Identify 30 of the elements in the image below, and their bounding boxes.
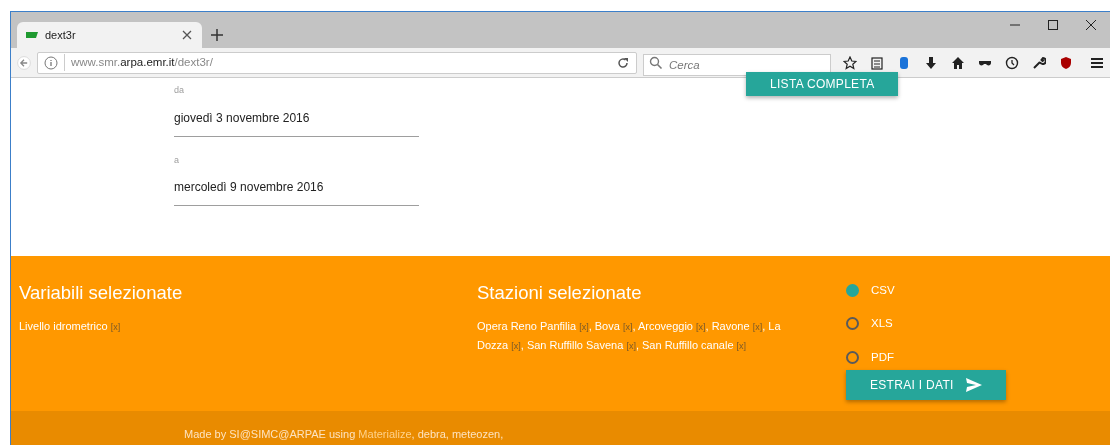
search-field[interactable]: Cerca	[643, 53, 831, 76]
full-list-button[interactable]: LISTA COMPLETA	[746, 72, 899, 96]
date-field[interactable]: giovedì 3 novembre 2016	[174, 97, 419, 137]
date-field[interactable]: mercoledì 9 novembre 2016	[174, 167, 419, 206]
format-label: CSV	[871, 283, 895, 298]
footer-text: Made by SI@SIMC@ARPAE using	[184, 428, 357, 440]
extract-button[interactable]: ESTRAI I DATI	[846, 369, 1006, 400]
format-label: XLS	[871, 316, 893, 332]
address-bar[interactable]: www.smr.arpa.emr.it/dext3r/	[37, 51, 637, 74]
station-list: Opera Reno Panfilia [x], Bova [x], Arcoveggio [x], Ravone [x], La Dozza [x], San Ruffillo Savena [x], San Ruffillo canale [x]	[477, 317, 796, 356]
remove-link[interactable]: [x]	[511, 341, 521, 352]
section-title: Variabili selezionate	[19, 282, 184, 305]
field-label: da	[174, 84, 185, 97]
browser-tab[interactable]: dext3r	[17, 22, 202, 48]
remove-link[interactable]: [x]	[626, 341, 636, 352]
format-option[interactable]: PDF	[846, 348, 1006, 366]
variable-list: Livello idrometrico [x]	[19, 317, 477, 337]
url-text: www.smr.arpa.emr.it/dext3r/	[64, 53, 610, 72]
remove-link[interactable]: [x]	[736, 341, 747, 352]
format-label: PDF	[871, 349, 894, 365]
format-option[interactable]: CSV	[846, 282, 1006, 300]
remove-link[interactable]: [x]	[110, 322, 121, 333]
footer-link[interactable]: Materialize	[358, 428, 412, 440]
section-title: Stazioni selezionate	[477, 282, 643, 305]
tab-title: dext3r	[45, 27, 77, 43]
field-label: a	[174, 153, 180, 167]
remove-link[interactable]: [x]	[696, 322, 706, 333]
format-option[interactable]: XLS	[846, 315, 1006, 333]
remove-link[interactable]: [x]	[579, 322, 589, 333]
footer-text: , debra, meteozen,	[411, 428, 504, 440]
